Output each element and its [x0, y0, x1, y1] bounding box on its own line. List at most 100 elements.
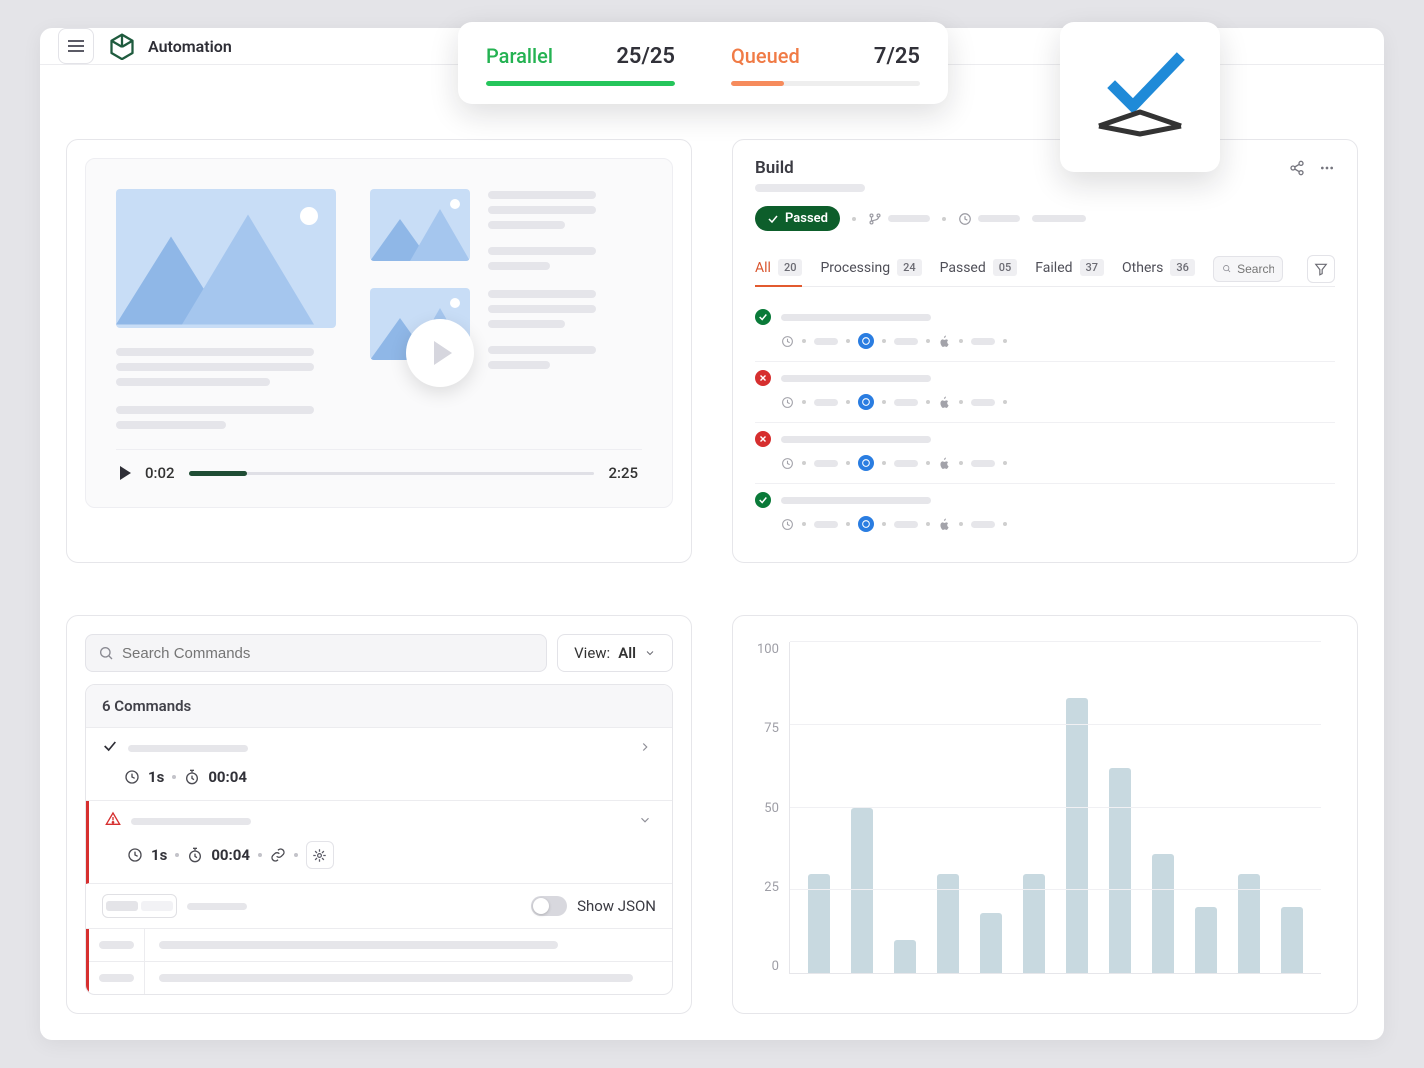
tab-failed[interactable]: Failed37: [1035, 251, 1104, 286]
commands-search[interactable]: [85, 634, 547, 672]
stopwatch-icon: [187, 847, 203, 863]
search-icon: [1222, 262, 1231, 275]
clock-icon: [127, 847, 143, 863]
status-queued-value: 7/25: [874, 44, 920, 69]
test-row[interactable]: [755, 301, 1335, 362]
tab-others[interactable]: Others36: [1122, 251, 1195, 286]
clock-icon: [958, 212, 972, 226]
browser-icon: [858, 394, 874, 410]
fail-icon: [755, 370, 771, 386]
video-seek-track[interactable]: [189, 472, 595, 475]
show-json-toggle[interactable]: [531, 896, 567, 916]
clock-icon: [781, 518, 794, 531]
chart-bar: [1195, 907, 1217, 973]
build-panel: Build Passed: [732, 139, 1358, 563]
stopwatch-icon: [184, 769, 200, 785]
checkmark-book-icon: [1085, 52, 1195, 142]
browser-icon: [858, 455, 874, 471]
status-queued-bar: [731, 81, 920, 86]
video-panel: 0:02 2:25: [66, 139, 692, 563]
chart-bar: [894, 940, 916, 973]
test-list: [755, 301, 1335, 544]
status-card: Parallel 25/25 Queued 7/25: [458, 22, 948, 104]
link-icon[interactable]: [270, 847, 286, 863]
browser-icon: [858, 516, 874, 532]
search-icon: [98, 645, 114, 661]
share-button[interactable]: [1289, 160, 1305, 176]
chart-y-axis: 1007550250: [757, 642, 789, 974]
filter-icon: [1314, 262, 1328, 276]
menu-button[interactable]: [58, 28, 94, 64]
tests-search-input[interactable]: [1237, 262, 1274, 276]
play-button[interactable]: [406, 319, 474, 387]
view-dropdown[interactable]: View: All: [557, 634, 673, 672]
chart-bar: [1066, 698, 1088, 973]
status-parallel: Parallel 25/25: [486, 44, 675, 86]
warning-icon: [105, 811, 121, 831]
chart-bar: [1152, 854, 1174, 973]
commands-count: 6 Commands: [86, 685, 672, 728]
more-button[interactable]: [1319, 160, 1335, 176]
chart-plot: [789, 642, 1321, 974]
check-icon: [102, 738, 118, 758]
apple-icon: [938, 396, 951, 409]
test-row[interactable]: [755, 423, 1335, 484]
command-item[interactable]: 1s 00:04: [86, 801, 672, 884]
command-details-table: [86, 929, 672, 994]
video-current-time: 0:02: [145, 464, 175, 482]
build-tabs: All20 Processing24 Passed05 Failed37 Others3…: [755, 251, 1335, 287]
browser-icon: [858, 333, 874, 349]
build-meta: [958, 212, 1020, 226]
chevron-down-icon: [644, 647, 656, 659]
brand-logo: [108, 32, 136, 60]
hamburger-icon: [68, 40, 84, 52]
test-row[interactable]: [755, 484, 1335, 544]
status-parallel-bar: [486, 81, 675, 86]
chart-bar: [980, 913, 1002, 973]
tab-all[interactable]: All20: [755, 251, 802, 287]
json-toggle-row: Show JSON: [86, 884, 672, 929]
apple-icon: [938, 335, 951, 348]
status-queued-label: Queued: [731, 44, 800, 68]
pass-icon: [755, 309, 771, 325]
tests-search[interactable]: [1213, 256, 1283, 282]
video-controls: 0:02 2:25: [116, 449, 642, 490]
build-title: Build: [755, 158, 794, 178]
collapse-button[interactable]: [638, 812, 656, 831]
chart-bar: [851, 808, 873, 974]
tab-passed[interactable]: Passed05: [940, 251, 1018, 286]
build-subtitle-skeleton: [755, 184, 865, 192]
clock-icon: [781, 335, 794, 348]
app-title: Automation: [148, 37, 232, 56]
video-duration: 2:25: [608, 464, 638, 482]
build-meta: [1032, 215, 1086, 222]
debug-button[interactable]: [306, 841, 334, 869]
clock-icon: [781, 457, 794, 470]
apple-icon: [938, 518, 951, 531]
clock-icon: [781, 396, 794, 409]
chart-bar: [1109, 768, 1131, 973]
video-thumbnail-large: [116, 189, 336, 328]
pass-icon: [755, 492, 771, 508]
status-parallel-value: 25/25: [616, 44, 675, 69]
commands-search-input[interactable]: [122, 645, 534, 662]
video-play-button[interactable]: [120, 466, 131, 480]
segmented-control[interactable]: [102, 894, 177, 918]
tab-processing[interactable]: Processing24: [820, 251, 921, 286]
filter-button[interactable]: [1307, 255, 1335, 283]
chart-panel: 1007550250: [732, 615, 1358, 1014]
expand-button[interactable]: [638, 739, 656, 758]
commands-panel: View: All 6 Commands 1s: [66, 615, 692, 1014]
build-status-pill: Passed: [755, 206, 840, 231]
apple-icon: [938, 457, 951, 470]
build-meta: [868, 212, 930, 226]
status-queued: Queued 7/25: [731, 44, 920, 86]
clock-icon: [124, 769, 140, 785]
test-row[interactable]: [755, 362, 1335, 423]
video-thumbnail-small: [370, 189, 470, 261]
check-card: [1060, 22, 1220, 172]
play-icon: [434, 341, 452, 365]
branch-icon: [868, 212, 882, 226]
command-item[interactable]: 1s 00:04: [86, 728, 672, 801]
fail-icon: [755, 431, 771, 447]
